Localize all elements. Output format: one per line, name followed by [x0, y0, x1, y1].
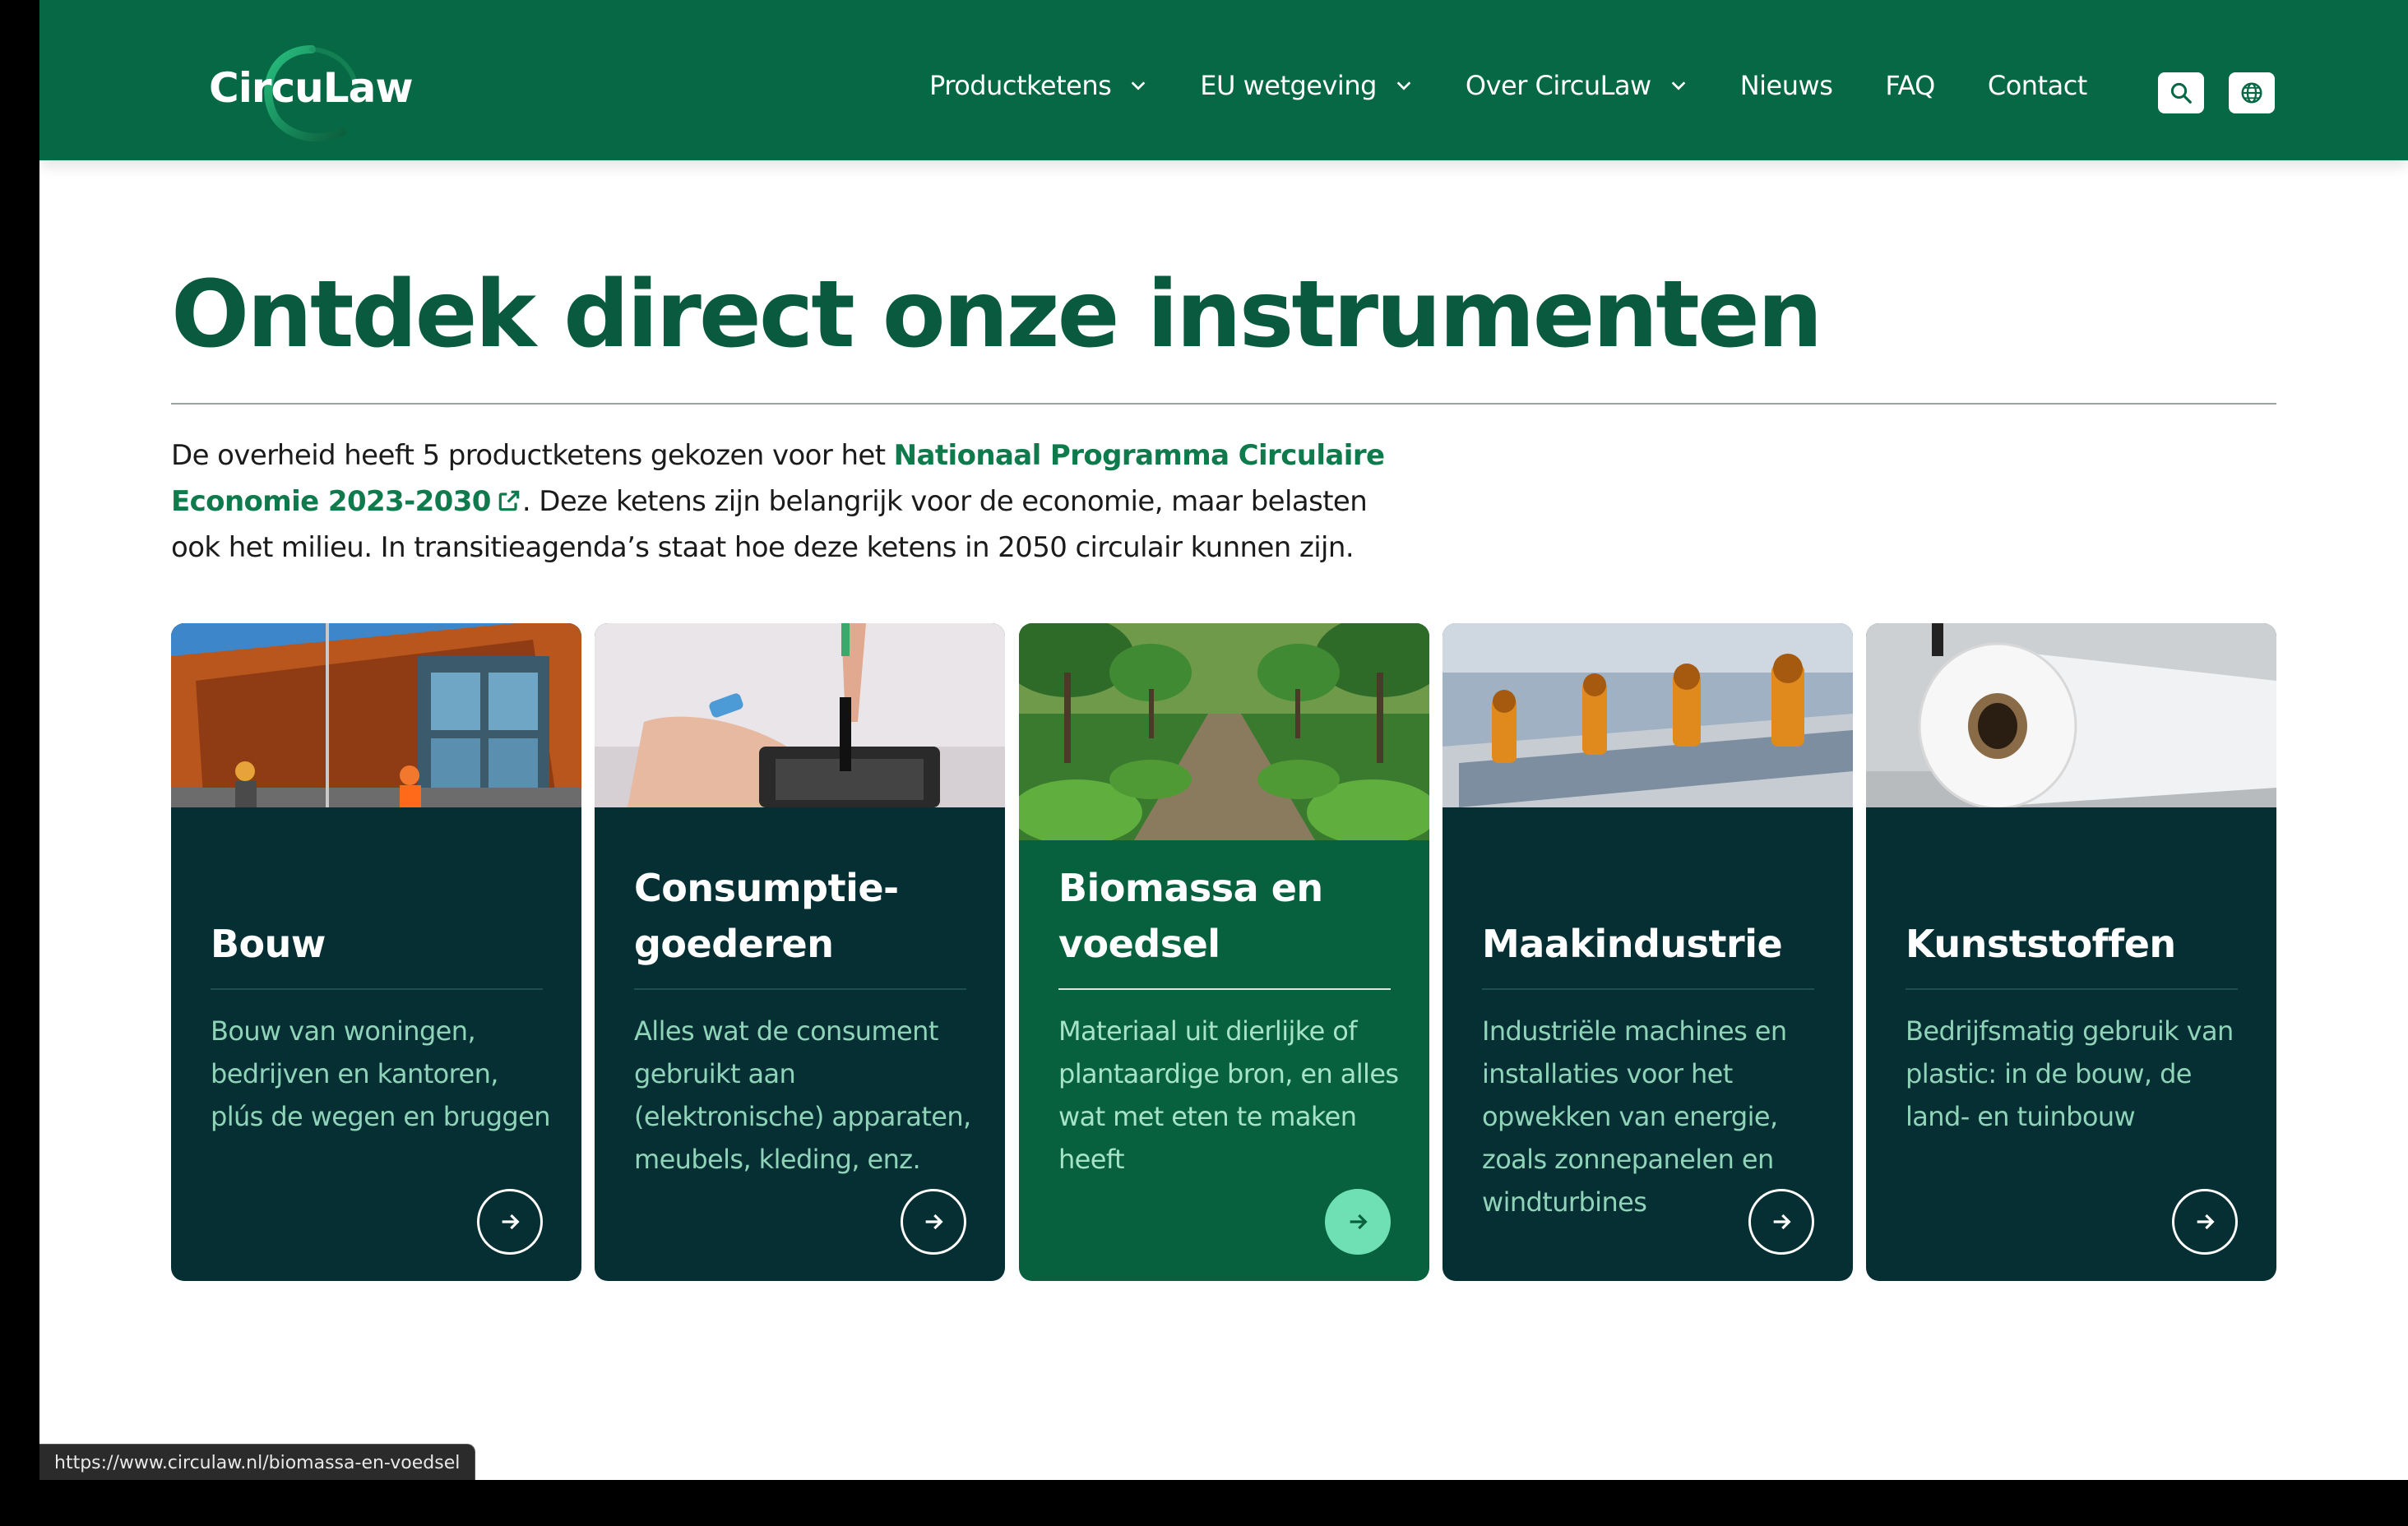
language-button[interactable]	[2229, 72, 2275, 113]
card-image-plastic-roll	[1866, 623, 2276, 807]
card-title: Kunststoffen	[1906, 922, 2176, 966]
main-nav: Productketens EU wetgeving Over CircuLaw…	[929, 70, 2140, 101]
nav-nieuws[interactable]: Nieuws	[1740, 70, 1833, 101]
site-header: CircuLaw Productketens EU wetgeving Over…	[39, 0, 2408, 160]
card-description: Alles wat de consument gebruikt aan (ele…	[634, 1015, 971, 1175]
external-link-icon	[498, 490, 520, 511]
nav-label: FAQ	[1885, 70, 1935, 101]
page-title: Ontdek direct onze instrumenten	[171, 261, 1823, 368]
chevron-down-icon	[1671, 81, 1686, 90]
card-consumptiegoederen[interactable]: Consumptie-goederen Alles wat de consume…	[595, 623, 1005, 1281]
card-kunststoffen[interactable]: Kunststoffen Bedrijfsmatig gebruik van p…	[1866, 623, 2276, 1281]
card-title: Bouw	[211, 922, 326, 966]
card-arrow-button[interactable]	[1325, 1189, 1391, 1255]
nav-contact[interactable]: Contact	[1987, 70, 2088, 101]
search-button[interactable]	[2158, 72, 2204, 113]
card-bouw[interactable]: Bouw Bouw van woningen, bedrijven en kan…	[171, 623, 581, 1281]
window-bottom-edge	[0, 1480, 2408, 1526]
nav-productketens[interactable]: Productketens	[929, 70, 1147, 101]
search-icon	[2170, 82, 2192, 104]
card-divider	[634, 988, 966, 990]
card-divider	[211, 988, 543, 990]
card-image-construction	[171, 623, 581, 807]
arrow-right-icon	[2197, 1214, 2215, 1230]
card-image-robot-arms	[1442, 623, 1853, 807]
arrow-right-icon	[925, 1214, 943, 1230]
arrow-right-icon	[1350, 1214, 1368, 1230]
card-description: Bedrijfsmatig gebruik van plastic: in de…	[1906, 1015, 2234, 1132]
card-image-phone-repair	[595, 623, 1005, 807]
arrow-right-icon	[502, 1214, 520, 1230]
card-description: Bouw van woningen, bedrijven en kantoren…	[211, 1015, 551, 1132]
nav-over-circulaw[interactable]: Over CircuLaw	[1466, 70, 1688, 101]
card-title: Consumptie-goederen	[634, 866, 899, 966]
card-maakindustrie[interactable]: Maakindustrie Industriële machines en in…	[1442, 623, 1853, 1281]
card-title: Biomassa en voedsel	[1058, 866, 1323, 966]
card-description: Materiaal uit dierlijke of plantaardige …	[1058, 1015, 1399, 1175]
card-divider	[1482, 988, 1814, 990]
nav-faq[interactable]: FAQ	[1885, 70, 1935, 101]
chevron-down-icon	[1396, 81, 1411, 90]
card-divider	[1058, 988, 1391, 990]
intro-paragraph: De overheid heeft 5 productketens gekoze…	[171, 432, 1421, 571]
status-bar-url: https://www.circulaw.nl/biomassa-en-voed…	[39, 1444, 476, 1483]
intro-text-before: De overheid heeft 5 productketens gekoze…	[171, 439, 894, 472]
title-divider	[171, 403, 2276, 405]
card-title: Maakindustrie	[1482, 922, 1783, 966]
card-arrow-button[interactable]	[901, 1189, 966, 1255]
card-divider	[1906, 988, 2238, 990]
nav-label: Over CircuLaw	[1465, 70, 1651, 101]
card-biomassa-en-voedsel[interactable]: Biomassa en voedsel Materiaal uit dierli…	[1019, 623, 1429, 1281]
nav-label: Productketens	[929, 70, 1112, 101]
card-arrow-button[interactable]	[2172, 1189, 2238, 1255]
nav-label: Nieuws	[1739, 70, 1833, 101]
nav-eu-wetgeving[interactable]: EU wetgeving	[1200, 70, 1413, 101]
circulaw-logo[interactable]: CircuLaw	[209, 45, 439, 142]
productketens-cards: Bouw Bouw van woningen, bedrijven en kan…	[171, 623, 2276, 1281]
card-arrow-button[interactable]	[1748, 1189, 1814, 1255]
browser-viewport: CircuLaw Productketens EU wetgeving Over…	[39, 0, 2408, 1480]
chevron-down-icon	[1131, 81, 1146, 90]
card-arrow-button[interactable]	[477, 1189, 543, 1255]
nav-label: EU wetgeving	[1200, 70, 1377, 101]
logo-text: CircuLaw	[209, 64, 414, 112]
arrow-right-icon	[1773, 1214, 1791, 1230]
globe-icon	[2241, 82, 2262, 104]
card-image-tree-path	[1019, 623, 1429, 840]
nav-label: Contact	[1987, 70, 2088, 101]
